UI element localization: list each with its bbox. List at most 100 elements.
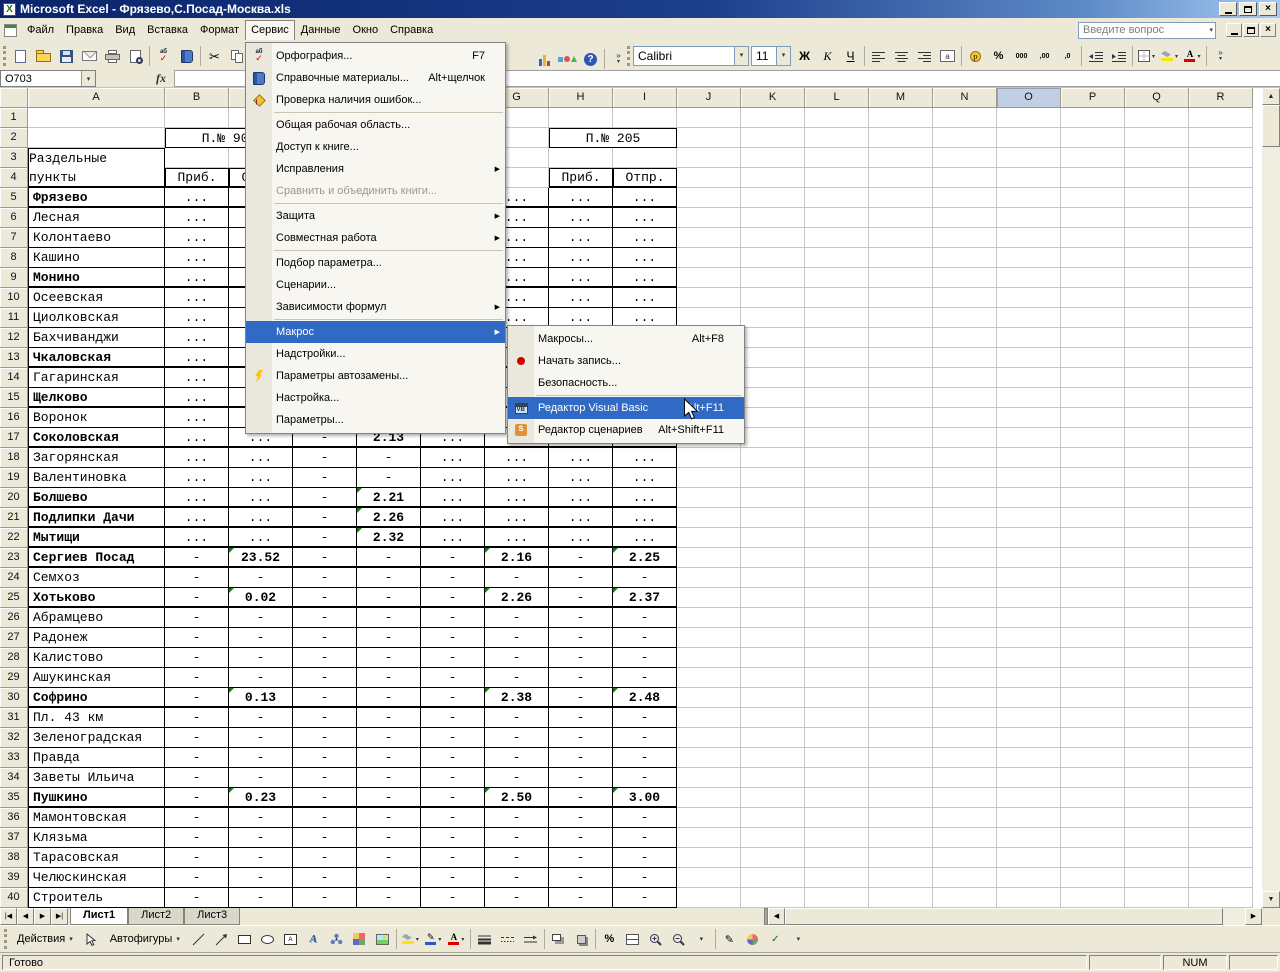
cell-P29[interactable] [1061,668,1125,688]
cell-L39[interactable] [805,868,869,888]
cell-L16[interactable] [805,408,869,428]
cell-M6[interactable] [869,208,933,228]
cell-A27[interactable]: Радонеж [28,628,165,648]
cell-L33[interactable] [805,748,869,768]
cell-M31[interactable] [869,708,933,728]
cell-G32[interactable]: - [485,728,549,748]
cell-P12[interactable] [1061,328,1125,348]
cell-B31[interactable]: - [165,708,229,728]
cell-L14[interactable] [805,368,869,388]
cell-O24[interactable] [997,568,1061,588]
cell-M3[interactable] [869,148,933,168]
cell-O35[interactable] [997,788,1061,808]
cell-R30[interactable] [1189,688,1253,708]
row-header-10[interactable]: 10 [0,288,28,308]
cell-G39[interactable]: - [485,868,549,888]
cell-A18[interactable]: Загорянская [28,448,165,468]
cell-C18[interactable]: ... [229,448,293,468]
cell-I9[interactable]: ... [613,268,677,288]
cell-G28[interactable]: - [485,648,549,668]
cell-K15[interactable] [741,388,805,408]
cell-C36[interactable]: - [229,808,293,828]
cell-B5[interactable]: ... [165,188,229,208]
cell-M12[interactable] [869,328,933,348]
cell-M8[interactable] [869,248,933,268]
cell-R20[interactable] [1189,488,1253,508]
cell-K10[interactable] [741,288,805,308]
cell-J21[interactable] [677,508,741,528]
cell-B1[interactable] [165,108,229,128]
cell-K16[interactable] [741,408,805,428]
cell-B19[interactable]: ... [165,468,229,488]
cell-N15[interactable] [933,388,997,408]
workbook-restore-button[interactable] [1243,23,1259,37]
cell-O33[interactable] [997,748,1061,768]
cell-O38[interactable] [997,848,1061,868]
cell-L40[interactable] [805,888,869,908]
cell-G37[interactable]: - [485,828,549,848]
cell-G33[interactable]: - [485,748,549,768]
cell-G24[interactable]: - [485,568,549,588]
cell-M23[interactable] [869,548,933,568]
cell-A14[interactable]: Гагаринская [28,368,165,388]
cell-C35[interactable]: 0.23 [229,788,293,808]
cell-O22[interactable] [997,528,1061,548]
cell-Q38[interactable] [1125,848,1189,868]
cell-M21[interactable] [869,508,933,528]
cell-I1[interactable] [613,108,677,128]
cell-E20[interactable]: 2.21 [357,488,421,508]
cell-Q15[interactable] [1125,388,1189,408]
cell-K38[interactable] [741,848,805,868]
cell-R9[interactable] [1189,268,1253,288]
cell-G20[interactable]: ... [485,488,549,508]
cell-D27[interactable]: - [293,628,357,648]
menu-item-scenarios[interactable]: Сценарии... [246,274,505,296]
zoom-in-icon[interactable] [644,928,667,950]
cell-Q28[interactable] [1125,648,1189,668]
cell-A13[interactable]: Чкаловская [28,348,165,368]
cell-M18[interactable] [869,448,933,468]
row-header-38[interactable]: 38 [0,848,28,868]
row-header-30[interactable]: 30 [0,688,28,708]
cell-K24[interactable] [741,568,805,588]
shadow-style-icon[interactable] [547,928,570,950]
cell-H1[interactable] [549,108,613,128]
cell-O12[interactable] [997,328,1061,348]
column-header-K[interactable]: K [741,88,805,108]
cell-A23[interactable]: Сергиев Посад [28,548,165,568]
cell-K5[interactable] [741,188,805,208]
cell-A22[interactable]: Мытищи [28,528,165,548]
menu-item-protection[interactable]: Защита ▶ [246,205,505,227]
cell-F23[interactable]: - [421,548,485,568]
cell-P26[interactable] [1061,608,1125,628]
cell-B17[interactable]: ... [165,428,229,448]
cell-G27[interactable]: - [485,628,549,648]
cell-J2[interactable] [677,128,741,148]
cell-Q12[interactable] [1125,328,1189,348]
cell-C20[interactable]: ... [229,488,293,508]
cell-N33[interactable] [933,748,997,768]
cell-M7[interactable] [869,228,933,248]
cell-M29[interactable] [869,668,933,688]
cell-D18[interactable]: - [293,448,357,468]
row-header-18[interactable]: 18 [0,448,28,468]
cell-K19[interactable] [741,468,805,488]
print-preview-icon[interactable] [124,45,147,67]
row-header-27[interactable]: 27 [0,628,28,648]
cell-K22[interactable] [741,528,805,548]
line-color-icon[interactable]: ✎ ▾ [422,928,445,950]
cell-I4[interactable]: Отпр. [613,168,677,188]
zoom-out-icon[interactable] [667,928,690,950]
cell-P20[interactable] [1061,488,1125,508]
row-header-28[interactable]: 28 [0,648,28,668]
cell-O26[interactable] [997,608,1061,628]
cell-B34[interactable]: - [165,768,229,788]
window-split-icon[interactable] [621,928,644,950]
cell-G30[interactable]: 2.38 [485,688,549,708]
merge-center-icon[interactable]: a [936,45,959,67]
cell-O39[interactable] [997,868,1061,888]
cell-K33[interactable] [741,748,805,768]
cell-F25[interactable]: - [421,588,485,608]
cell-R29[interactable] [1189,668,1253,688]
cell-Q22[interactable] [1125,528,1189,548]
